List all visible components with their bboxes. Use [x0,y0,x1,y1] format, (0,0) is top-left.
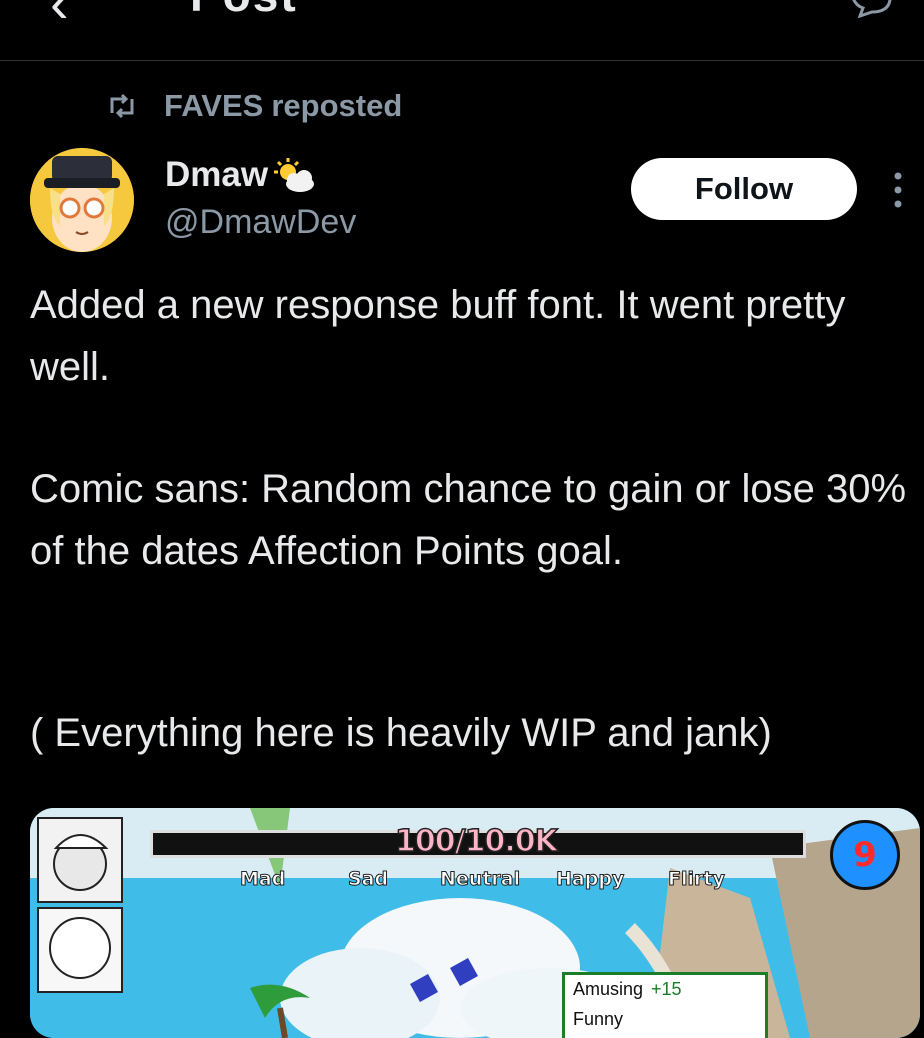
affection-points-label: 100/10.0K [394,823,558,860]
reposter-name[interactable]: FAVES [164,88,263,124]
mood-label: Happy [555,868,625,891]
response-label: Amusing [573,979,644,999]
reply-icon[interactable] [848,0,894,18]
reposted-label: reposted [271,88,403,123]
post-paragraph-2: Comic sans: Random chance to gain or los… [30,467,907,573]
author-name-text: Dmaw [165,155,269,194]
mood-label: Neutral [439,868,521,891]
response-box[interactable]: Amusing +15 Funny [562,972,768,1038]
post-media[interactable]: 100/10.0K Mad Sad Neutral Happy Flirty 9… [30,808,920,1038]
follow-button[interactable]: Follow [631,158,857,220]
avatar-illustration [30,148,134,252]
repost-indicator: FAVES reposted [106,86,402,126]
response-option-next[interactable]: Funny [573,1009,623,1030]
author-handle[interactable]: @DmawDev [165,203,356,242]
repost-icon [110,93,134,119]
response-bonus: +15 [651,979,682,999]
avatar[interactable] [30,148,134,252]
mood-label: Flirty [668,868,726,891]
page-title: Post [190,0,298,22]
post-paragraph-3: ( Everything here is heavily WIP and jan… [30,711,772,755]
back-arrow-icon[interactable]: ‹ [50,0,69,35]
mood-label: Mad [239,868,286,891]
author-name[interactable]: Dmaw [165,155,316,195]
top-bar: ‹ Post [0,0,924,61]
response-option[interactable]: Amusing +15 [573,979,682,1000]
sun-behind-cloud-icon [274,158,315,192]
mood-label: Sad [347,868,389,891]
more-vertical-icon[interactable] [888,170,908,210]
turn-counter: 9 [830,820,900,890]
post-paragraph-1: Added a new response buff font. It went … [30,283,846,389]
